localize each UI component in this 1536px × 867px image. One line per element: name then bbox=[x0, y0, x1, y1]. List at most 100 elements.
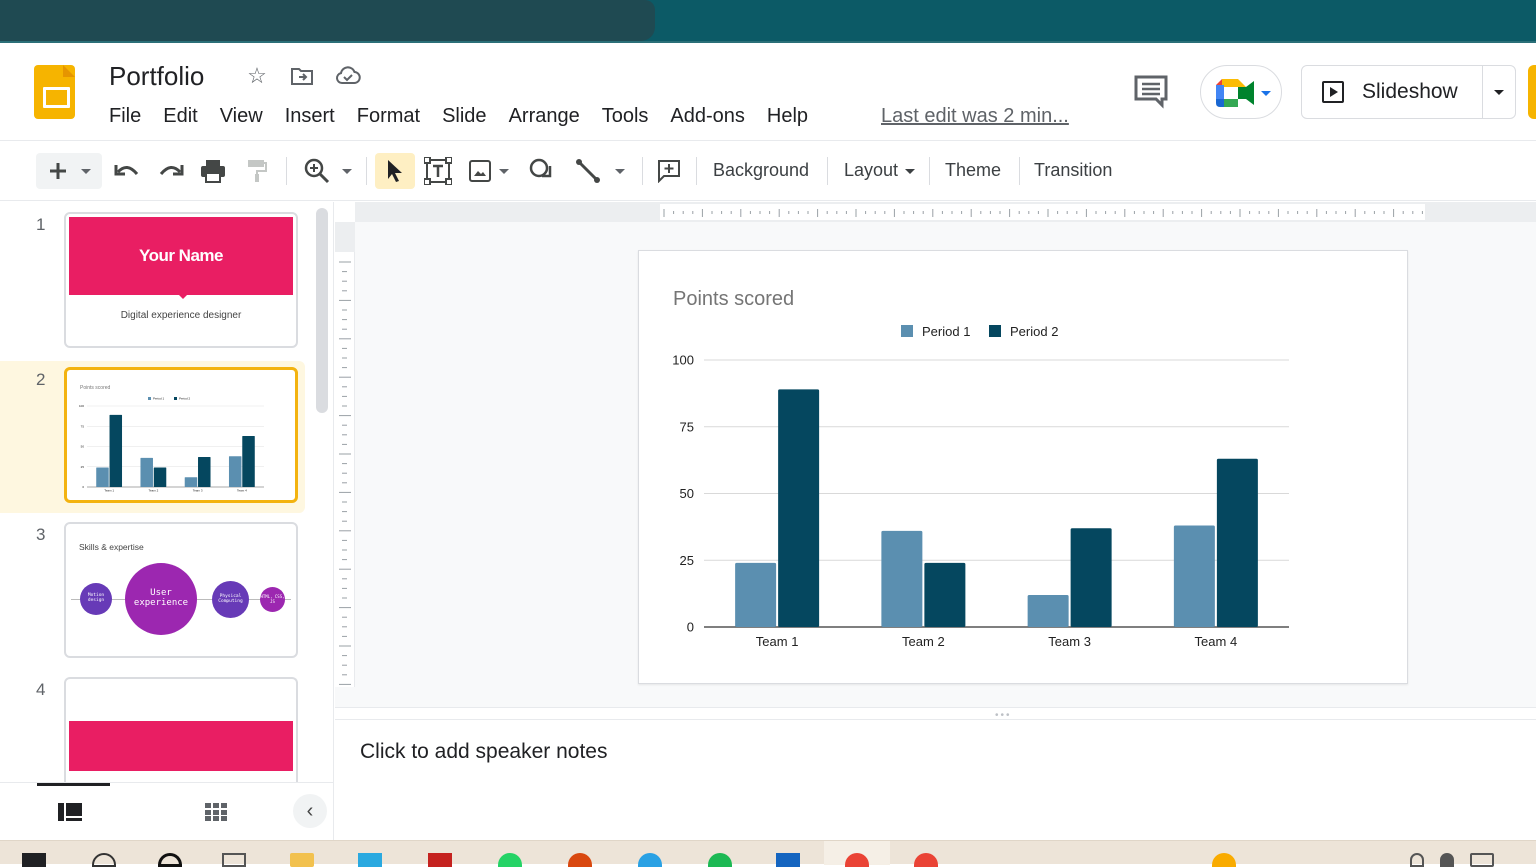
menu-tools[interactable]: Tools bbox=[591, 103, 660, 130]
spotify-icon[interactable] bbox=[708, 853, 732, 867]
slideshow-dropdown[interactable] bbox=[1483, 66, 1515, 118]
paint-format-button[interactable] bbox=[242, 153, 272, 189]
vertical-ruler-ticks bbox=[339, 261, 351, 685]
app-icon-yellow[interactable] bbox=[1212, 853, 1236, 867]
menu-help[interactable]: Help bbox=[756, 103, 819, 130]
speaker-notes-panel[interactable]: Click to add speaker notes bbox=[335, 720, 1536, 840]
paint-format-icon bbox=[248, 160, 267, 182]
bar-period-2-team-4 bbox=[1216, 458, 1258, 627]
x-tick-label: Team 2 bbox=[902, 634, 945, 649]
new-slide-dropdown-icon[interactable] bbox=[81, 168, 91, 174]
slide-thumbnail-2[interactable]: Points scored 0 25 50 75 100 Team 1 Team 2 Team … bbox=[64, 367, 298, 503]
add-comment-button[interactable] bbox=[654, 153, 684, 189]
cursor-arrow-icon bbox=[388, 160, 402, 182]
meet-button[interactable] bbox=[1200, 65, 1282, 119]
zoom-button[interactable] bbox=[298, 153, 358, 189]
points-chart[interactable]: Points scored Period 1 Period 2 0 25 50 75 10… bbox=[639, 251, 1409, 685]
slides-logo-icon[interactable] bbox=[34, 65, 75, 119]
slide-thumbnail-3[interactable]: Skills & expertise Motion design User ex… bbox=[64, 522, 298, 658]
line-button[interactable] bbox=[570, 153, 630, 189]
filmstrip-scrollbar[interactable] bbox=[316, 208, 328, 413]
bar-period-1-team-3 bbox=[1027, 594, 1069, 627]
chart-bars bbox=[735, 389, 1258, 627]
insert-image-button[interactable] bbox=[464, 153, 514, 189]
app-icon-blue[interactable] bbox=[358, 853, 382, 867]
theme-button[interactable]: Theme bbox=[945, 160, 1001, 181]
redo-button[interactable] bbox=[156, 153, 186, 189]
slide-thumbnail-4[interactable] bbox=[64, 677, 298, 782]
speaker-notes-placeholder[interactable]: Click to add speaker notes bbox=[360, 740, 607, 764]
bar-period-1-team-1 bbox=[96, 467, 109, 487]
grid-view-button[interactable] bbox=[205, 803, 227, 826]
toolbar-separator bbox=[366, 157, 367, 185]
notifications-icon[interactable] bbox=[1470, 853, 1494, 867]
task-view-icon[interactable] bbox=[222, 853, 246, 867]
slide-number: 4 bbox=[36, 680, 46, 699]
print-icon bbox=[201, 160, 225, 183]
menu-addons[interactable]: Add-ons bbox=[659, 103, 756, 130]
ruler-active-range bbox=[660, 204, 1425, 220]
move-folder-icon[interactable] bbox=[289, 63, 315, 89]
vertical-ruler[interactable] bbox=[335, 222, 355, 687]
ruler-corner bbox=[335, 202, 355, 222]
collapse-filmstrip-button[interactable]: ‹ bbox=[293, 794, 327, 828]
share-button[interactable] bbox=[1528, 65, 1536, 119]
background-button[interactable]: Background bbox=[713, 160, 809, 181]
slideshow-button[interactable]: Slideshow bbox=[1302, 66, 1483, 118]
telegram-icon[interactable] bbox=[638, 853, 662, 867]
star-icon[interactable]: ☆ bbox=[244, 63, 270, 89]
y-tick-label: 0 bbox=[82, 485, 84, 489]
shape-button[interactable] bbox=[524, 153, 558, 189]
toolbar-separator bbox=[696, 157, 697, 185]
app-icon-flame[interactable] bbox=[568, 853, 592, 867]
whatsapp-icon[interactable] bbox=[498, 853, 522, 867]
menu-insert[interactable]: Insert bbox=[274, 103, 346, 130]
slide-thumbnail-1[interactable]: Your Name Digital experience designer bbox=[64, 212, 298, 348]
bar-period-2-team-1 bbox=[778, 389, 820, 627]
network-icon[interactable] bbox=[1410, 853, 1424, 867]
mini-chart-bars bbox=[96, 414, 255, 487]
gmail-icon[interactable] bbox=[428, 853, 452, 867]
current-slide[interactable]: Points scored Period 1 Period 2 0 25 50 75 10… bbox=[638, 250, 1408, 684]
zoom-in-icon bbox=[304, 158, 330, 184]
word-icon[interactable] bbox=[776, 853, 800, 867]
menu-view[interactable]: View bbox=[209, 103, 274, 130]
slide-number: 3 bbox=[36, 525, 46, 544]
cloud-saved-icon[interactable] bbox=[335, 63, 361, 89]
comments-button[interactable] bbox=[1132, 73, 1170, 109]
menu-slide[interactable]: Slide bbox=[431, 103, 497, 130]
legend-label: Period 2 bbox=[1010, 324, 1058, 339]
last-edit-link[interactable]: Last edit was 2 min... bbox=[881, 105, 1069, 128]
print-button[interactable] bbox=[198, 153, 228, 189]
select-tool-button[interactable] bbox=[375, 153, 415, 189]
file-explorer-icon[interactable] bbox=[290, 853, 314, 867]
undo-button[interactable] bbox=[112, 153, 142, 189]
start-icon[interactable] bbox=[22, 853, 46, 867]
volume-icon[interactable] bbox=[1440, 853, 1454, 867]
menu-format[interactable]: Format bbox=[346, 103, 431, 130]
horizontal-ruler[interactable] bbox=[355, 202, 1536, 222]
menu-arrange[interactable]: Arrange bbox=[498, 103, 591, 130]
layout-dropdown-icon bbox=[905, 168, 916, 174]
x-tick-label: Team 1 bbox=[756, 634, 799, 649]
comment-history-icon bbox=[1134, 75, 1168, 109]
transition-button[interactable]: Transition bbox=[1034, 160, 1112, 181]
notes-resize-handle[interactable]: ••• bbox=[335, 707, 1536, 721]
new-slide-button[interactable] bbox=[36, 153, 102, 189]
skill-bubble: HTML, CSS, JS bbox=[260, 587, 285, 612]
layout-button[interactable]: Layout bbox=[844, 160, 916, 181]
filmstrip-view-button[interactable] bbox=[58, 803, 82, 826]
menu-file[interactable]: File bbox=[98, 103, 152, 130]
skill-bubble-main: User experience bbox=[125, 563, 197, 635]
y-tick-label: 50 bbox=[680, 486, 694, 501]
search-icon[interactable] bbox=[92, 853, 116, 867]
bar-period-1-team-4 bbox=[228, 456, 242, 487]
chrome-icon-2[interactable] bbox=[914, 853, 938, 867]
mini-chart-xlabels: Team 1 Team 2 Team 3 Team 4 bbox=[104, 488, 247, 492]
cortana-icon[interactable] bbox=[158, 853, 182, 867]
toolbar-separator bbox=[1019, 157, 1020, 185]
meet-dropdown-caret-icon bbox=[1261, 91, 1271, 96]
menu-edit[interactable]: Edit bbox=[152, 103, 208, 130]
document-title[interactable]: Portfolio bbox=[109, 61, 204, 92]
text-box-button[interactable] bbox=[422, 153, 454, 189]
